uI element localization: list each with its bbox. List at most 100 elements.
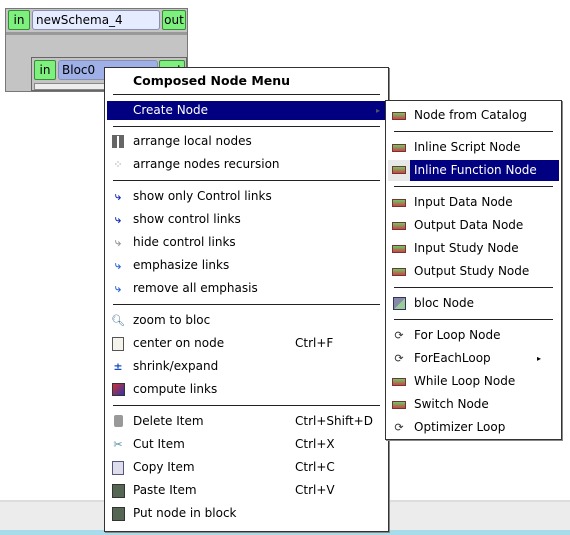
- link-emphasis-icon: ⤷: [114, 282, 122, 295]
- menu-item-label: While Loop Node: [414, 374, 516, 388]
- control-link-icon: ⤷: [114, 190, 122, 203]
- shortcut-label: Ctrl+F: [295, 336, 334, 350]
- menu-item-label: Create Node: [133, 103, 209, 117]
- copy-icon: [111, 461, 125, 475]
- submenu-arrow-icon: ▸: [536, 354, 541, 363]
- menu-item-copy-item[interactable]: Copy Item Ctrl+C: [107, 457, 386, 478]
- menu-title: Composed Node Menu: [133, 73, 291, 88]
- menu-item-arrange-nodes-recursion[interactable]: ⁘ arrange nodes recursion: [107, 154, 386, 175]
- control-link-icon: ⤷: [114, 213, 122, 226]
- menu-item-put-node-in-block[interactable]: Put node in block: [107, 503, 386, 524]
- shortcut-label: Ctrl+Shift+D: [295, 414, 373, 428]
- menu-item-label: Output Study Node: [414, 264, 530, 278]
- menu-separator: [394, 287, 553, 288]
- schema-out-port[interactable]: out: [162, 10, 186, 30]
- bloc-in-port[interactable]: in: [34, 60, 56, 80]
- menu-item-for-loop-node[interactable]: ⟳ For Loop Node: [388, 325, 559, 346]
- compute-links-icon: [111, 383, 125, 396]
- menu-separator: [394, 186, 553, 187]
- menu-item-label: Input Study Node: [414, 241, 519, 255]
- submenu-arrow-icon: ▸: [375, 106, 380, 115]
- menu-separator: [113, 180, 380, 181]
- menu-item-foreachloop[interactable]: ⟳ ForEachLoop ▸: [388, 348, 559, 369]
- arrange-tree-icon: ⁘: [113, 158, 123, 171]
- page-icon: [111, 337, 125, 351]
- menu-item-optimizer-loop[interactable]: ⟳ Optimizer Loop: [388, 417, 559, 438]
- menu-separator: [394, 319, 553, 320]
- menu-item-label: hide control links: [133, 235, 236, 249]
- menu-item-hide-control-links[interactable]: ⤷ hide control links: [107, 232, 386, 253]
- composed-node-menu: Composed Node Menu Create Node ▸ arrange…: [104, 67, 389, 532]
- loop-icon: ⟳: [394, 421, 404, 434]
- menu-item-zoom-to-bloc[interactable]: 🔍︎ zoom to bloc: [107, 310, 386, 331]
- menu-item-arrange-local-nodes[interactable]: arrange local nodes: [107, 131, 386, 152]
- menu-item-label: ForEachLoop: [414, 351, 491, 365]
- menu-item-inline-function-node[interactable]: Inline Function Node: [388, 160, 559, 181]
- menu-item-label: Optimizer Loop: [414, 420, 506, 434]
- menu-item-emphasize-links[interactable]: ⤷ emphasize links: [107, 255, 386, 276]
- menu-item-center-on-node[interactable]: center on node Ctrl+F: [107, 333, 386, 354]
- schema-name: newSchema_4: [32, 10, 160, 30]
- loop-icon: ⟳: [394, 352, 404, 365]
- menu-item-shrink-expand[interactable]: ± shrink/expand: [107, 356, 386, 377]
- menu-item-label: Inline Function Node: [414, 163, 537, 177]
- menu-item-label: bloc Node: [414, 296, 475, 310]
- menu-item-remove-all-emphasis[interactable]: ⤷ remove all emphasis: [107, 278, 386, 299]
- menu-item-show-only-control-links[interactable]: ⤷ show only Control links: [107, 186, 386, 207]
- menu-item-inline-script-node[interactable]: Inline Script Node: [388, 137, 559, 158]
- menu-item-output-data-node[interactable]: Output Data Node: [388, 215, 559, 236]
- menu-item-label: Inline Script Node: [414, 140, 521, 154]
- bloc-icon: [392, 297, 406, 310]
- magnifier-icon: 🔍︎: [111, 314, 125, 327]
- switch-icon: [392, 398, 406, 411]
- menu-item-label: show only Control links: [133, 189, 272, 203]
- menu-item-label: Copy Item: [133, 460, 195, 474]
- menu-item-label: zoom to bloc: [133, 313, 211, 327]
- menu-item-label: remove all emphasis: [133, 281, 258, 295]
- menu-item-label: Node from Catalog: [414, 108, 527, 122]
- menu-item-label: shrink/expand: [133, 359, 219, 373]
- menu-item-label: Input Data Node: [414, 195, 513, 209]
- menu-item-label: show control links: [133, 212, 241, 226]
- menu-item-input-study-node[interactable]: Input Study Node: [388, 238, 559, 259]
- menu-item-bloc-node[interactable]: bloc Node: [388, 293, 559, 314]
- menu-item-while-loop-node[interactable]: While Loop Node: [388, 371, 559, 392]
- menu-item-cut-item[interactable]: ✂ Cut Item Ctrl+X: [107, 434, 386, 455]
- schema-in-port[interactable]: in: [8, 10, 30, 30]
- plus-minus-icon: ±: [113, 360, 123, 373]
- menu-item-paste-item[interactable]: Paste Item Ctrl+V: [107, 480, 386, 501]
- menu-item-label: Cut Item: [133, 437, 185, 451]
- menu-item-compute-links[interactable]: compute links: [107, 379, 386, 400]
- menu-item-label: arrange local nodes: [133, 134, 252, 148]
- menu-item-show-control-links[interactable]: ⤷ show control links: [107, 209, 386, 230]
- node-icon: [392, 196, 406, 209]
- menu-item-create-node[interactable]: Create Node ▸: [107, 101, 386, 120]
- menu-item-label: Switch Node: [414, 397, 489, 411]
- link-emphasis-icon: ⤷: [114, 259, 122, 272]
- menu-item-label: emphasize links: [133, 258, 230, 272]
- node-icon: [392, 141, 406, 154]
- menu-item-label: center on node: [133, 336, 225, 350]
- loop-icon: ⟳: [394, 329, 404, 342]
- menu-item-label: Paste Item: [133, 483, 197, 497]
- node-icon: [392, 375, 406, 388]
- menu-separator: [113, 304, 380, 305]
- node-icon: [392, 109, 406, 122]
- menu-separator: [394, 131, 553, 132]
- paste-icon: [111, 484, 125, 498]
- menu-separator: [113, 405, 380, 406]
- paste-icon: [111, 507, 125, 521]
- node-icon: [392, 265, 406, 278]
- menu-item-label: For Loop Node: [414, 328, 501, 342]
- menu-item-output-study-node[interactable]: Output Study Node: [388, 261, 559, 282]
- menu-item-switch-node[interactable]: Switch Node: [388, 394, 559, 415]
- shortcut-label: Ctrl+V: [295, 483, 335, 497]
- arrange-grid-icon: [111, 135, 125, 148]
- node-icon: [392, 242, 406, 255]
- menu-item-delete-item[interactable]: Delete Item Ctrl+Shift+D: [107, 411, 386, 432]
- control-link-gray-icon: ⤷: [114, 236, 122, 249]
- menu-item-node-from-catalog[interactable]: Node from Catalog: [388, 105, 559, 126]
- menu-item-input-data-node[interactable]: Input Data Node: [388, 192, 559, 213]
- menu-item-label: Delete Item: [133, 414, 204, 428]
- create-node-submenu: Node from Catalog Inline Script Node Inlin…: [385, 100, 562, 440]
